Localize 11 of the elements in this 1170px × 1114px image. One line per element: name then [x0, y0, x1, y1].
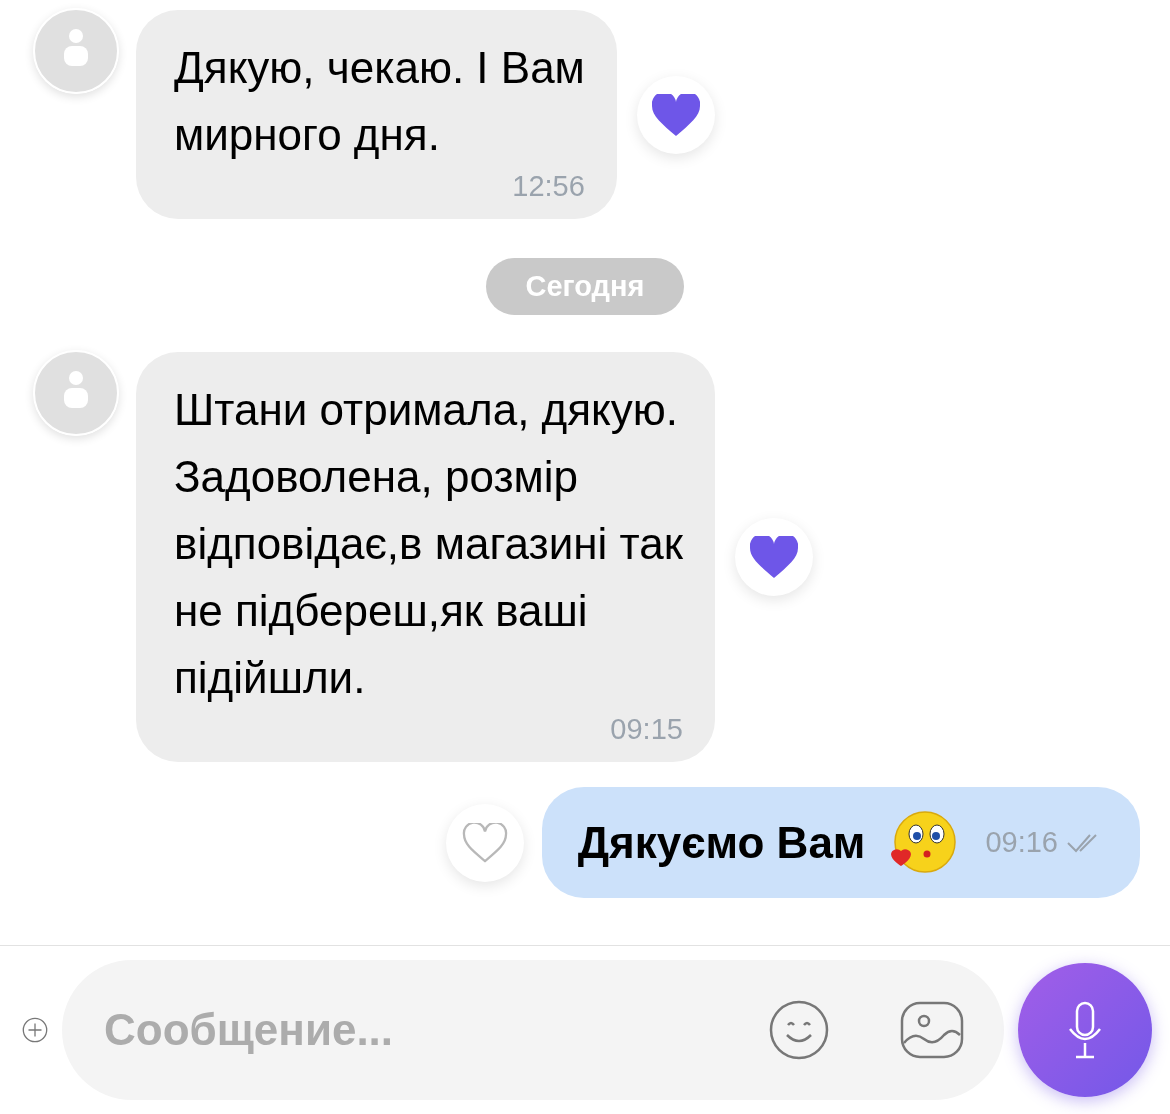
- message-time: 09:15: [610, 713, 683, 746]
- microphone-button[interactable]: [1018, 963, 1152, 1097]
- message-time: 12:56: [512, 170, 585, 203]
- image-icon[interactable]: [900, 1001, 964, 1059]
- microphone-icon: [1068, 1001, 1102, 1059]
- smiley-icon[interactable]: [768, 999, 830, 1061]
- message-time: 09:16: [985, 826, 1058, 859]
- message-text: Штани отримала, дякую. Задоволена, розмір відповідає,в магазині так не підбереш,як ваші підійшли.: [174, 384, 683, 704]
- message-text: Дякую, чекаю. І Вам мирного дня.: [174, 42, 585, 161]
- message-text: Дякуємо Вам: [577, 817, 866, 869]
- message-input[interactable]: Сообщение...: [102, 1004, 698, 1056]
